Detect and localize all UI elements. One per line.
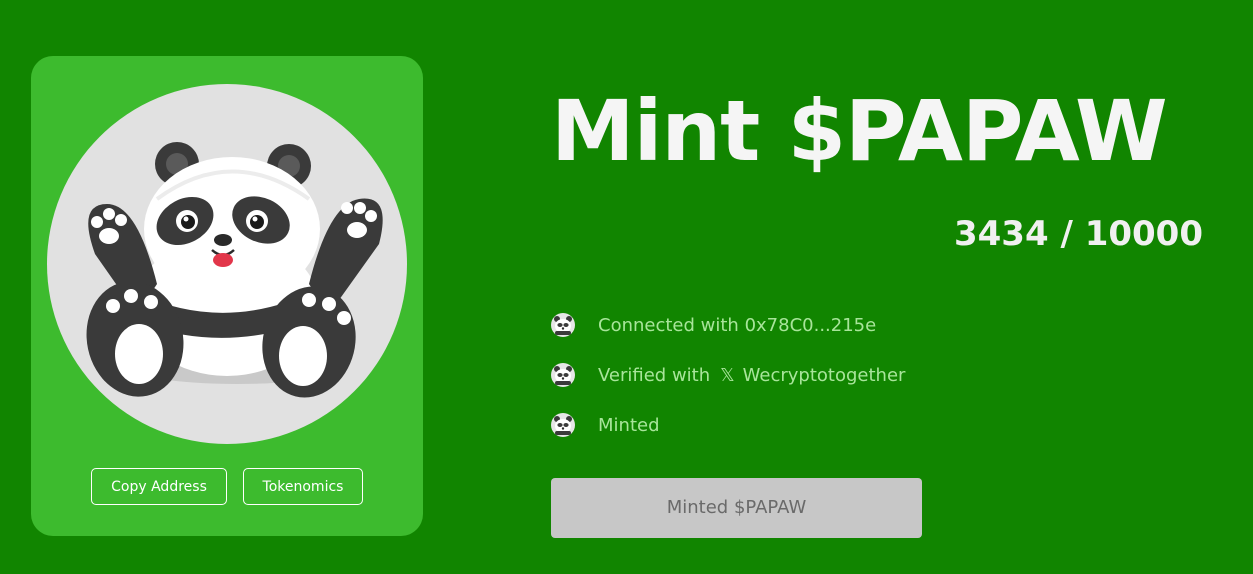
x-handle: Wecryptotogether [742,364,906,386]
x-logo-icon: 𝕏 [720,364,735,386]
panda-card: Copy Address Tokenomics [31,56,423,536]
mint-counter: 3434 / 10000 [953,214,1203,254]
page-title: Mint $PAPAW [551,82,1168,180]
status-verified: Verified with 𝕏 Wecryptotogether [550,360,905,390]
panda-avatar-icon [550,362,576,388]
panda-mascot-icon [86,142,383,398]
status-minted: Minted [550,410,905,440]
minted-button[interactable]: Minted $PAPAW [551,478,922,538]
panda-image [47,84,407,444]
panda-avatar-icon [550,412,576,438]
copy-address-button[interactable]: Copy Address [91,468,227,505]
wallet-address: 0x78C0...215e [744,314,877,336]
verified-label: Verified with [598,364,711,386]
status-connected: Connected with 0x78C0...215e [550,310,905,340]
tokenomics-button[interactable]: Tokenomics [243,468,363,505]
status-list: Connected with 0x78C0...215e Verified wi… [550,310,905,460]
connected-label: Connected with [598,314,739,336]
minted-label: Minted [598,414,660,436]
panda-avatar-icon [550,312,576,338]
